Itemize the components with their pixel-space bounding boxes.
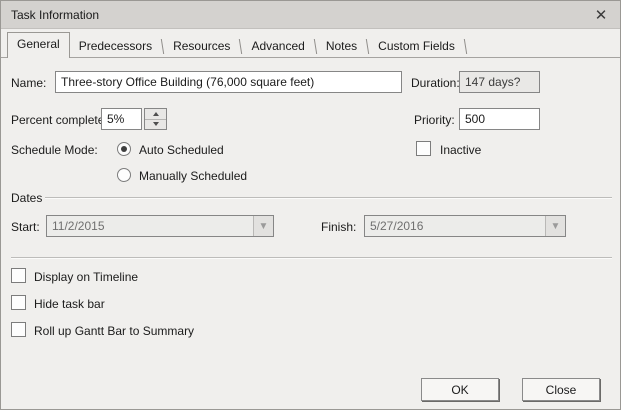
task-information-dialog: Task Information ✕ General Predecessors … <box>0 0 621 410</box>
section-divider <box>11 257 612 259</box>
roll-up-gantt-bar-checkbox[interactable] <box>11 322 26 337</box>
inactive-checkbox-label[interactable]: Inactive <box>440 143 481 157</box>
ok-button[interactable]: OK <box>421 378 499 401</box>
tab-predecessors-label: Predecessors <box>78 38 153 53</box>
finish-label: Finish: <box>321 220 357 234</box>
tab-advanced[interactable]: Advanced <box>242 34 313 58</box>
percent-complete-input[interactable]: 5% <box>101 108 142 130</box>
tab-general[interactable]: General <box>7 32 70 58</box>
display-on-timeline-checkbox[interactable] <box>11 268 26 283</box>
radio-auto-scheduled[interactable] <box>117 142 131 156</box>
tab-resources[interactable]: Resources <box>164 34 239 58</box>
tab-notes-label: Notes <box>325 38 358 53</box>
roll-up-gantt-bar-label[interactable]: Roll up Gantt Bar to Summary <box>34 324 194 338</box>
inactive-checkbox[interactable] <box>416 141 431 156</box>
spinner-up-icon[interactable] <box>145 109 166 120</box>
tab-predecessors[interactable]: Predecessors <box>70 34 161 58</box>
tab-advanced-label: Advanced <box>251 38 305 53</box>
name-input[interactable]: Three-story Office Building (76,000 squa… <box>55 71 402 93</box>
radio-manually-scheduled[interactable] <box>117 168 131 182</box>
close-icon[interactable]: ✕ <box>590 5 612 25</box>
hide-task-bar-label[interactable]: Hide task bar <box>34 297 105 311</box>
tab-separator <box>463 39 468 54</box>
dates-group-line <box>45 197 612 199</box>
hide-task-bar-checkbox[interactable] <box>11 295 26 310</box>
tab-strip: General Predecessors Resources Advanced … <box>1 32 620 58</box>
radio-manually-scheduled-label[interactable]: Manually Scheduled <box>139 169 247 183</box>
spinner-down-icon[interactable] <box>145 120 166 130</box>
tab-notes[interactable]: Notes <box>317 34 366 58</box>
percent-complete-stepper[interactable] <box>144 108 167 130</box>
finish-chevron-down-icon[interactable]: ▼ <box>545 216 565 236</box>
start-date-combo[interactable]: 11/2/2015 ▼ <box>46 215 274 237</box>
dialog-title: Task Information <box>11 7 100 22</box>
start-chevron-down-icon[interactable]: ▼ <box>253 216 273 236</box>
finish-date-value: 5/27/2016 <box>365 216 545 236</box>
start-date-value: 11/2/2015 <box>47 216 253 236</box>
schedule-mode-label: Schedule Mode: <box>11 143 98 157</box>
tab-general-label: General <box>17 37 60 51</box>
display-on-timeline-label[interactable]: Display on Timeline <box>34 270 138 284</box>
tab-resources-label: Resources <box>173 38 231 53</box>
tab-custom-fields-label: Custom Fields <box>378 38 455 53</box>
name-label: Name: <box>11 76 47 90</box>
close-button[interactable]: Close <box>522 378 600 401</box>
titlebar: Task Information ✕ <box>1 1 620 29</box>
duration-label: Duration: <box>411 76 460 90</box>
radio-auto-scheduled-label[interactable]: Auto Scheduled <box>139 143 224 157</box>
finish-date-combo[interactable]: 5/27/2016 ▼ <box>364 215 566 237</box>
tab-custom-fields[interactable]: Custom Fields <box>369 34 464 58</box>
percent-complete-label: Percent complete: <box>11 113 108 127</box>
duration-field: 147 days? <box>459 71 540 93</box>
start-label: Start: <box>11 220 40 234</box>
priority-input[interactable]: 500 <box>459 108 540 130</box>
dates-group-label: Dates <box>11 191 43 205</box>
priority-label: Priority: <box>414 113 455 127</box>
